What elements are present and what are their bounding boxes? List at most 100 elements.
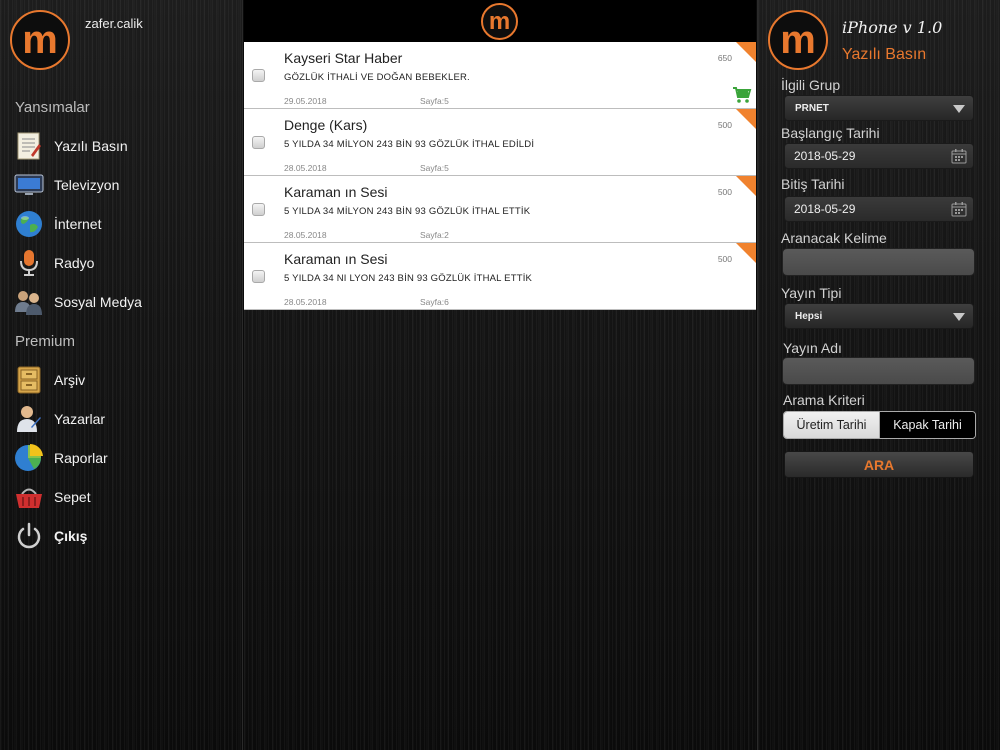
result-headline: 5 YILDA 34 MİLYON 243 BİN 93 GÖZLÜK İTHA… bbox=[284, 206, 531, 217]
ilgili-grup-select[interactable]: PRNET bbox=[784, 95, 974, 121]
result-count: 500 bbox=[717, 254, 732, 264]
sidebar-item-label: Raporlar bbox=[54, 450, 108, 466]
sidebar-item-label: Yazarlar bbox=[54, 411, 106, 427]
result-page: Sayfa:2 bbox=[420, 230, 449, 240]
sidebar-item-label: Çıkış bbox=[54, 528, 88, 544]
sidebar: m zafer.calik Yansımalar Yazılı Basın Te… bbox=[0, 0, 243, 750]
pie-chart-icon bbox=[14, 443, 44, 473]
baslangic-tarihi-label: Başlangıç Tarihi bbox=[781, 125, 880, 141]
panel-logo: m bbox=[768, 10, 828, 70]
sidebar-item-label: Televizyon bbox=[54, 177, 120, 193]
microphone-icon bbox=[14, 248, 44, 278]
bitis-tarihi-field[interactable]: 2018-05-29 bbox=[784, 196, 974, 222]
globe-icon bbox=[14, 209, 44, 239]
cart-icon[interactable] bbox=[732, 86, 752, 104]
result-date: 28.05.2018 bbox=[284, 230, 327, 240]
list-item[interactable]: Karaman ın Sesi 5 YILDA 34 MİLYON 243 Bİ… bbox=[244, 176, 756, 243]
sidebar-item-label: İnternet bbox=[54, 216, 102, 232]
aranacak-kelime-label: Aranacak Kelime bbox=[781, 230, 887, 246]
segment-kapak-tarihi[interactable]: Kapak Tarihi bbox=[879, 412, 975, 438]
power-icon bbox=[14, 521, 44, 551]
result-page: Sayfa:6 bbox=[420, 297, 449, 307]
section-title-yansimalar: Yansımalar bbox=[15, 99, 90, 116]
yayin-tipi-select[interactable]: Hepsi bbox=[784, 303, 974, 329]
sidebar-item-raporlar[interactable]: Raporlar bbox=[14, 442, 229, 474]
result-page: Sayfa:5 bbox=[420, 163, 449, 173]
corner-flag-icon bbox=[736, 243, 756, 263]
select-checkbox[interactable] bbox=[252, 203, 265, 216]
ilgili-grup-value: PRNET bbox=[795, 102, 829, 114]
baslangic-tarihi-value: 2018-05-29 bbox=[794, 149, 856, 163]
sidebar-item-cikis[interactable]: Çıkış bbox=[14, 520, 229, 552]
arama-kriteri-segmented-control: Üretim Tarihi Kapak Tarihi bbox=[783, 411, 976, 439]
cabinet-icon bbox=[14, 365, 44, 395]
result-date: 28.05.2018 bbox=[284, 163, 327, 173]
sidebar-item-label: Arşiv bbox=[54, 372, 86, 388]
result-title: Karaman ın Sesi bbox=[284, 184, 388, 200]
select-checkbox[interactable] bbox=[252, 69, 265, 82]
sidebar-item-internet[interactable]: İnternet bbox=[14, 208, 229, 240]
writer-icon bbox=[14, 404, 44, 434]
list-item[interactable]: Karaman ın Sesi 5 YILDA 34 NI LYON 243 B… bbox=[244, 243, 756, 310]
sidebar-item-sepet[interactable]: Sepet bbox=[14, 481, 229, 513]
yayin-tipi-value: Hepsi bbox=[795, 310, 823, 322]
dropdown-arrow-icon bbox=[953, 313, 965, 321]
app-logo: m bbox=[10, 10, 70, 70]
select-checkbox[interactable] bbox=[252, 136, 265, 149]
username: zafer.calik bbox=[85, 16, 143, 31]
baslangic-tarihi-field[interactable]: 2018-05-29 bbox=[784, 143, 974, 169]
sidebar-item-label: Radyo bbox=[54, 255, 95, 271]
yayin-adi-input[interactable] bbox=[782, 357, 975, 385]
panel-title: Yazılı Basın bbox=[842, 46, 927, 63]
calendar-icon[interactable] bbox=[951, 149, 967, 164]
aranacak-kelime-input[interactable] bbox=[782, 248, 975, 276]
result-count: 650 bbox=[717, 53, 732, 63]
newspaper-icon bbox=[14, 131, 44, 161]
result-date: 28.05.2018 bbox=[284, 297, 327, 307]
sidebar-item-yazili-basin[interactable]: Yazılı Basın bbox=[14, 130, 229, 162]
result-title: Kayseri Star Haber bbox=[284, 50, 403, 66]
center-header: m bbox=[244, 0, 756, 42]
app-version: iPhone v 1.0 bbox=[842, 18, 943, 37]
result-count: 500 bbox=[717, 187, 732, 197]
corner-flag-icon bbox=[736, 109, 756, 129]
sidebar-item-label: Yazılı Basın bbox=[54, 138, 128, 154]
results-area: m Kayseri Star Haber GÖZLÜK İTHALİ VE DO… bbox=[244, 0, 756, 750]
yayin-tipi-label: Yayın Tipi bbox=[781, 285, 842, 301]
ilgili-grup-label: İlgili Grup bbox=[781, 77, 841, 93]
segment-uretim-tarihi[interactable]: Üretim Tarihi bbox=[784, 412, 879, 438]
tv-icon bbox=[14, 170, 44, 200]
results-list: Kayseri Star Haber GÖZLÜK İTHALİ VE DOĞA… bbox=[244, 42, 756, 310]
result-title: Denge (Kars) bbox=[284, 117, 368, 133]
header-logo: m bbox=[481, 3, 518, 40]
list-item[interactable]: Denge (Kars) 5 YILDA 34 MİLYON 243 BİN 9… bbox=[244, 109, 756, 176]
people-icon bbox=[14, 287, 44, 317]
result-page: Sayfa:5 bbox=[420, 96, 449, 106]
sidebar-item-sosyal-medya[interactable]: Sosyal Medya bbox=[14, 286, 229, 318]
sidebar-item-radyo[interactable]: Radyo bbox=[14, 247, 229, 279]
bitis-tarihi-value: 2018-05-29 bbox=[794, 202, 856, 216]
result-headline: 5 YILDA 34 MİLYON 243 BİN 93 GÖZLÜK İTHA… bbox=[284, 139, 535, 150]
result-count: 500 bbox=[717, 120, 732, 130]
basket-icon bbox=[14, 482, 44, 512]
result-title: Karaman ın Sesi bbox=[284, 251, 388, 267]
result-date: 29.05.2018 bbox=[284, 96, 327, 106]
calendar-icon[interactable] bbox=[951, 202, 967, 217]
list-item[interactable]: Kayseri Star Haber GÖZLÜK İTHALİ VE DOĞA… bbox=[244, 42, 756, 109]
sidebar-item-yazarlar[interactable]: Yazarlar bbox=[14, 403, 229, 435]
yayin-adi-label: Yayın Adı bbox=[783, 340, 842, 356]
dropdown-arrow-icon bbox=[953, 105, 965, 113]
result-headline: 5 YILDA 34 NI LYON 243 BİN 93 GÖZLÜK İTH… bbox=[284, 273, 533, 284]
section-title-premium: Premium bbox=[15, 333, 76, 350]
sidebar-item-arsiv[interactable]: Arşiv bbox=[14, 364, 229, 396]
corner-flag-icon bbox=[736, 176, 756, 196]
result-headline: GÖZLÜK İTHALİ VE DOĞAN BEBEKLER. bbox=[284, 72, 470, 83]
sidebar-item-label: Sepet bbox=[54, 489, 91, 505]
arama-kriteri-label: Arama Kriteri bbox=[783, 392, 865, 408]
bitis-tarihi-label: Bitiş Tarihi bbox=[781, 176, 845, 192]
sidebar-item-televizyon[interactable]: Televizyon bbox=[14, 169, 229, 201]
search-button[interactable]: ARA bbox=[784, 451, 974, 478]
corner-flag-icon bbox=[736, 42, 756, 62]
sidebar-item-label: Sosyal Medya bbox=[54, 294, 142, 310]
select-checkbox[interactable] bbox=[252, 270, 265, 283]
